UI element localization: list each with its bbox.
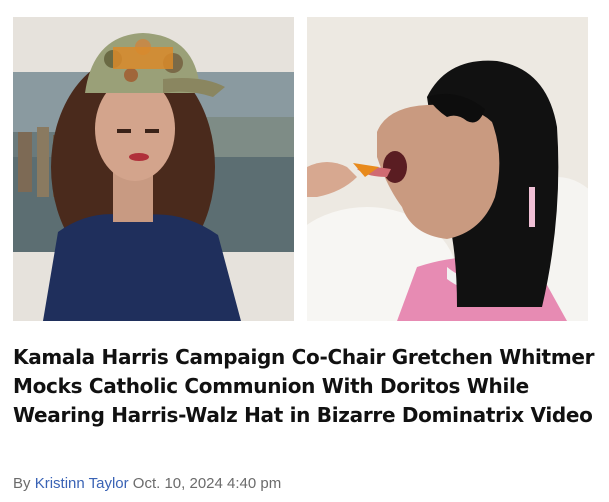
article-byline: By Kristinn Taylor Oct. 10, 2024 4:40 pm: [13, 474, 598, 494]
photo-woman-receiving-chip: [307, 17, 588, 321]
article-headline[interactable]: Kamala Harris Campaign Co-Chair Gretchen…: [13, 343, 598, 430]
byline-prefix: By: [13, 475, 31, 492]
photo-woman-in-camo-cap: [13, 17, 294, 321]
publish-date: Oct. 10, 2024 4:40 pm: [132, 475, 282, 492]
author-link[interactable]: Kristinn Taylor: [35, 475, 129, 492]
